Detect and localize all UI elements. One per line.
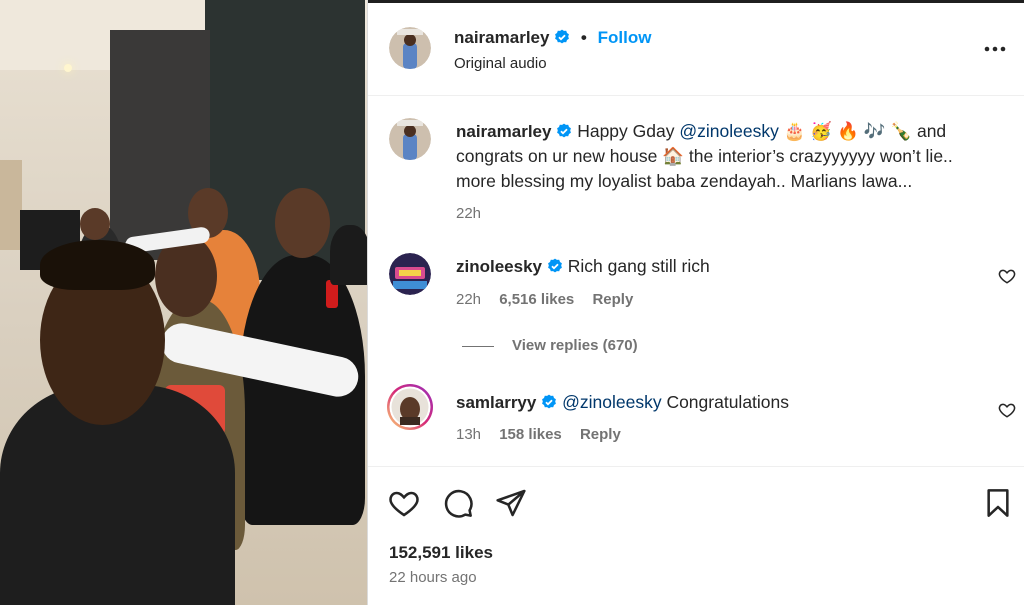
replies-rule [462,345,494,347]
caption-emojis: 🎂 🥳 🔥 🎶 🍾 [783,121,913,141]
caption-time[interactable]: 22h [456,205,481,222]
caption-mention[interactable]: @zinoleesky [679,121,778,141]
media-head [275,188,330,258]
comment-likes[interactable]: 158 likes [499,426,562,443]
comment-time[interactable]: 13h [456,426,481,443]
post-panel: nairamarley • Follow Original audio nair… [368,3,1024,605]
verified-icon [542,394,557,409]
caption-meta: 22h [456,205,495,222]
comment-heart-icon[interactable] [998,401,1016,419]
post-actions: 152,591 likes 22 hours ago [368,466,1024,605]
like-count[interactable]: 152,591 likes [389,543,493,563]
view-replies-label: View replies (670) [512,337,638,354]
commenter-avatar[interactable] [389,253,431,295]
comment-text: zinoleesky Rich gang still rich [456,254,976,279]
post-media[interactable] [0,0,367,605]
bookmark-icon[interactable] [982,487,1014,519]
caption-username[interactable]: nairamarley [456,122,551,141]
header-line: nairamarley • Follow [454,28,651,48]
comment-meta: 22h 6,516 likes Reply [456,291,647,308]
comment-heart-icon[interactable] [998,267,1016,285]
media-hair [40,240,155,290]
comment-username[interactable]: zinoleesky [456,257,542,276]
verified-icon [555,29,570,44]
comment-meta: 13h 158 likes Reply [456,426,635,443]
author-username[interactable]: nairamarley [454,28,549,47]
reply-button[interactable]: Reply [592,291,633,308]
comment-likes[interactable]: 6,516 likes [499,291,574,308]
media-person [330,225,367,285]
commenter-avatar[interactable] [386,383,434,431]
media-ceiling-lamp [64,64,72,72]
media-picture-frame [0,160,22,250]
post-header: nairamarley • Follow Original audio [368,3,1024,96]
caption-body-start: Happy Gday [577,121,680,141]
verified-icon [557,123,572,138]
more-horizontal-icon[interactable] [983,39,1007,59]
follow-button[interactable]: Follow [598,28,652,47]
post-time[interactable]: 22 hours ago [389,569,477,586]
comment-username[interactable]: samlarryy [456,393,536,412]
caption-avatar[interactable] [389,118,431,160]
verified-icon [547,258,562,273]
author-avatar[interactable] [389,27,431,69]
comment-icon[interactable] [442,487,474,519]
comment-mention[interactable]: @zinoleesky [562,392,661,412]
comment-body: Congratulations [661,392,790,412]
reply-button[interactable]: Reply [580,426,621,443]
caption-text: nairamarley Happy Gday @zinoleesky 🎂 🥳 🔥… [456,119,976,194]
heart-icon[interactable] [388,487,420,519]
separator-dot: • [580,28,587,47]
audio-link[interactable]: Original audio [454,55,547,72]
view-replies-button[interactable]: View replies (670) [462,337,638,354]
comment-body: Rich gang still rich [567,256,710,276]
comment-text: samlarryy @zinoleesky Congratulations [456,390,976,415]
media-head [80,208,110,240]
share-icon[interactable] [495,487,527,519]
comment-time[interactable]: 22h [456,291,481,308]
